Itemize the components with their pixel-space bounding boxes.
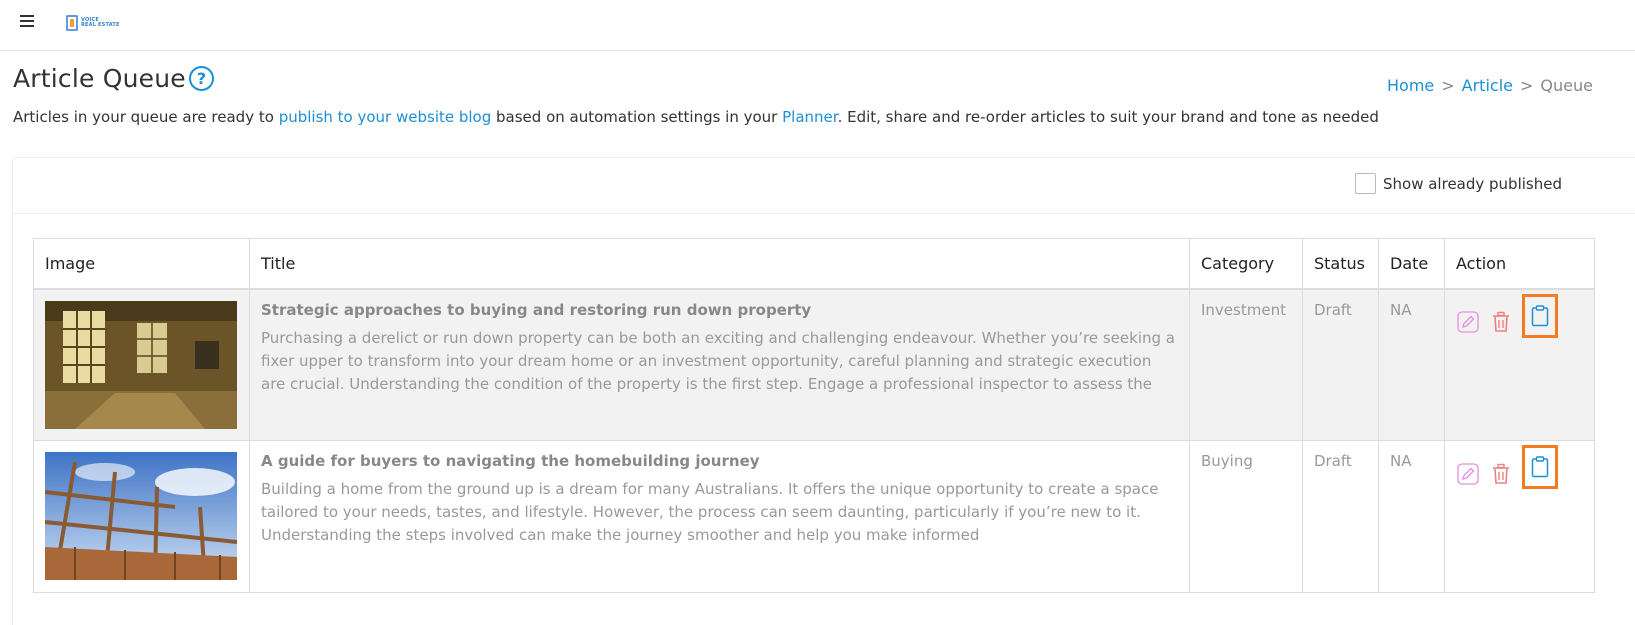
house-frame-photo[interactable] <box>45 452 237 580</box>
row-actions <box>1456 445 1583 489</box>
image-cell <box>33 288 250 441</box>
action-cell <box>1444 440 1595 593</box>
status-cell: Draft <box>1302 440 1379 593</box>
help-icon[interactable]: ? <box>189 66 214 91</box>
table-header-row: Image Title Category Status Date Action <box>33 238 1595 290</box>
article-excerpt: Purchasing a derelict or run down proper… <box>261 328 1175 393</box>
breadcrumb-home[interactable]: Home <box>1387 76 1434 95</box>
intro-text-part: based on automation settings in your <box>491 108 783 126</box>
show-published-toggle[interactable]: Show already published <box>1355 173 1562 194</box>
logo-text: VOICE REAL ESTATE <box>81 17 120 28</box>
article-title[interactable]: Strategic approaches to buying and resto… <box>261 301 1178 319</box>
copy-button-highlight[interactable] <box>1522 293 1558 338</box>
category-value: Buying <box>1201 452 1253 470</box>
column-header-action: Action <box>1444 238 1595 290</box>
column-header-category[interactable]: Category <box>1189 238 1303 290</box>
date-cell: NA <box>1378 288 1445 441</box>
clipboard-icon <box>1531 456 1549 478</box>
action-cell <box>1444 288 1595 441</box>
logo-icon <box>66 15 78 31</box>
logo[interactable]: VOICE REAL ESTATE <box>66 14 120 32</box>
date-value: NA <box>1390 300 1412 319</box>
table-row: A guide for buyers to navigating the hom… <box>33 440 1595 593</box>
page-title: Article Queue <box>13 64 186 93</box>
show-published-label: Show already published <box>1383 174 1562 193</box>
column-header-image[interactable]: Image <box>33 238 250 290</box>
category-cell: Buying <box>1189 440 1303 593</box>
breadcrumb: Home > Article > Queue <box>1387 76 1593 95</box>
clipboard-icon <box>1531 304 1549 326</box>
article-queue-card: Show already published Image Title Categ… <box>12 157 1635 625</box>
copy-button-highlight[interactable] <box>1522 445 1558 489</box>
image-cell <box>33 440 250 593</box>
breadcrumb-separator: > <box>1441 76 1455 95</box>
article-excerpt: Building a home from the ground up is a … <box>261 480 1159 544</box>
abandoned-room-photo[interactable] <box>45 300 237 429</box>
breadcrumb-current: Queue <box>1540 76 1593 95</box>
edit-icon[interactable] <box>1456 462 1479 485</box>
status-cell: Draft <box>1302 288 1379 441</box>
show-published-checkbox[interactable] <box>1355 173 1376 194</box>
planner-link[interactable]: Planner <box>782 108 837 126</box>
category-value: Investment <box>1201 300 1286 319</box>
title-cell: A guide for buyers to navigating the hom… <box>249 440 1190 593</box>
date-cell: NA <box>1378 440 1445 593</box>
publish-blog-link[interactable]: publish to your website blog <box>279 108 492 126</box>
article-table: Image Title Category Status Date Action <box>33 238 1595 593</box>
column-header-date[interactable]: Date <box>1378 238 1445 290</box>
delete-icon[interactable] <box>1489 462 1512 485</box>
category-cell: Investment <box>1189 288 1303 441</box>
top-bar: VOICE REAL ESTATE <box>0 0 1635 51</box>
menu-icon[interactable] <box>20 14 36 28</box>
status-value: Draft <box>1314 300 1352 319</box>
row-actions <box>1456 293 1583 338</box>
breadcrumb-separator: > <box>1519 76 1534 95</box>
date-value: NA <box>1390 452 1412 470</box>
card-header: Show already published <box>13 158 1635 214</box>
title-cell: Strategic approaches to buying and resto… <box>249 288 1190 441</box>
table-row: Strategic approaches to buying and resto… <box>33 288 1595 441</box>
delete-icon[interactable] <box>1489 311 1512 334</box>
edit-icon[interactable] <box>1456 311 1479 334</box>
intro-text: Articles in your queue are ready to publ… <box>13 108 1379 126</box>
column-header-title[interactable]: Title <box>249 238 1190 290</box>
breadcrumb-article[interactable]: Article <box>1462 76 1513 95</box>
status-value: Draft <box>1314 452 1352 470</box>
intro-text-part: Articles in your queue are ready to <box>13 108 279 126</box>
intro-text-part: . Edit, share and re-order articles to s… <box>837 108 1379 126</box>
article-title[interactable]: A guide for buyers to navigating the hom… <box>261 452 1178 470</box>
column-header-status[interactable]: Status <box>1302 238 1379 290</box>
